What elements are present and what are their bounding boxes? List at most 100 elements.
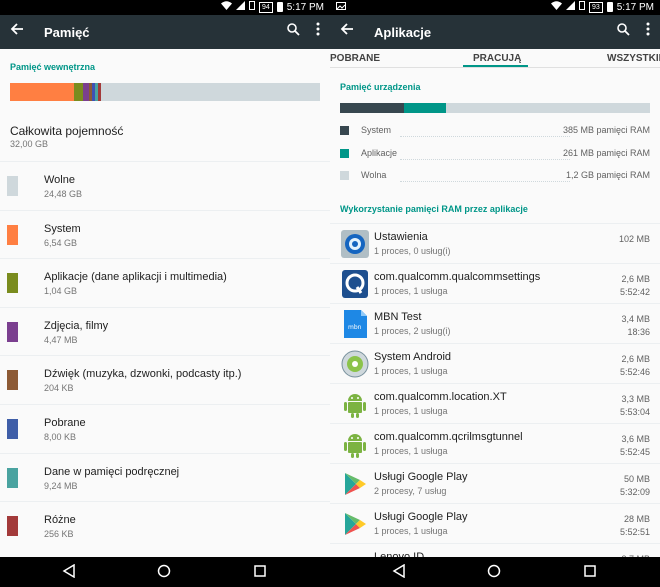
category-color-swatch (7, 516, 18, 537)
tab-all[interactable]: WSZYSTKIE (607, 53, 660, 64)
status-bar: 94 5:17 PM (0, 0, 330, 15)
category-name: Pobrane (44, 417, 86, 429)
memory-value: 1,2 GB pamięci RAM (565, 170, 650, 180)
battery-level-badge: 94 (258, 1, 273, 13)
more-options-icon[interactable] (646, 22, 650, 39)
settings-icon (340, 229, 370, 259)
google-play-services-icon (340, 509, 370, 539)
android-robot-icon (340, 389, 370, 419)
app-process-info: 1 proces, 1 usługa (374, 446, 448, 456)
nav-home-icon[interactable] (157, 564, 171, 583)
clock: 5:17 PM (286, 1, 324, 13)
app-name: System Android (374, 351, 452, 363)
toolbar: Pamięć (0, 15, 330, 49)
running-app-row[interactable]: com.qualcomm.qcrilmsgtunnel 1 proces, 1 u… (330, 423, 660, 463)
category-name: Dane w pamięci podręcznej (44, 465, 180, 478)
sim-icon (248, 1, 255, 13)
app-process-info: 1 proces, 0 usług(i) (374, 246, 451, 256)
tab-running[interactable]: PRACUJĄ (473, 53, 521, 64)
category-color-swatch (7, 273, 18, 294)
app-run-time: 5:52:46 (619, 367, 650, 377)
section-internal-storage: Pamięć wewnętrzna (10, 62, 96, 72)
tab-bar: POBRANE PRACUJĄ WSZYSTKIE (330, 49, 660, 68)
toolbar: Aplikacje (330, 15, 660, 49)
storage-screen: 94 5:17 PM Pamięć Pamięć wewnętrzna Całk… (0, 0, 330, 587)
app-name: com.qualcomm.qcrilmsgtunnel (374, 431, 523, 443)
running-app-row[interactable]: mbn MBN Test 1 proces, 2 usług(i) 3,4 MB 18:… (330, 303, 660, 343)
back-arrow-icon[interactable] (10, 22, 24, 41)
category-size: 1,04 GB (44, 286, 78, 297)
storage-category-row[interactable]: Pobrane 8,00 KB (0, 404, 330, 452)
category-color-swatch (7, 467, 18, 488)
legend-swatch (340, 126, 349, 135)
app-run-time: 5:52:45 (619, 447, 650, 457)
search-icon[interactable] (287, 23, 300, 41)
app-process-info: 2 procesy, 7 usług (374, 486, 447, 496)
storage-category-row[interactable]: Aplikacje (dane aplikacji i multimedia) 1… (0, 258, 330, 306)
status-bar: 93 5:17 PM (330, 0, 660, 15)
memory-value: 385 MB pamięci RAM (562, 125, 650, 135)
app-ram-size: 28 MB (623, 514, 650, 524)
more-options-icon[interactable] (316, 22, 320, 39)
running-app-row[interactable]: Usługi Google Play 2 procesy, 7 usług 50 M… (330, 463, 660, 503)
app-run-time: 5:32:09 (619, 487, 650, 497)
memory-label: Aplikacje (361, 147, 398, 158)
storage-category-row[interactable]: Różne 256 KB (0, 501, 330, 549)
running-app-row[interactable]: com.qualcomm.location.XT 1 proces, 1 usłu… (330, 383, 660, 423)
total-capacity-label: Całkowita pojemność (10, 124, 124, 138)
mbn-icon: mbn (340, 309, 370, 339)
running-app-row[interactable]: System Android 1 proces, 1 usługa 2,6 MB 5:… (330, 343, 660, 383)
app-run-time: 5:52:51 (619, 527, 650, 537)
app-run-time: 5:52:42 (619, 287, 650, 297)
app-process-info: 1 proces, 1 usługa (374, 286, 448, 296)
memory-summary-row: System 385 MB pamięci RAM (340, 124, 650, 138)
nav-home-icon[interactable] (487, 564, 501, 583)
wifi-icon (220, 1, 232, 13)
dotted-leader (400, 136, 570, 137)
clock: 5:17 PM (616, 1, 654, 13)
memory-label: System (361, 125, 392, 135)
back-arrow-icon[interactable] (340, 22, 354, 41)
nav-back-icon[interactable] (392, 563, 406, 583)
qualcomm-icon (340, 269, 370, 299)
memory-label: Wolna (361, 170, 387, 180)
category-name: Zdjęcia, filmy (44, 319, 109, 332)
dotted-leader (400, 158, 570, 160)
app-run-time: 5:53:04 (619, 407, 650, 417)
storage-category-row[interactable]: Dane w pamięci podręcznej 9,24 MB (0, 452, 330, 501)
category-size: 256 KB (44, 529, 74, 540)
search-icon[interactable] (617, 23, 630, 41)
storage-category-row[interactable]: Zdjęcia, filmy 4,47 MB (0, 306, 330, 355)
tab-downloaded[interactable]: POBRANE (330, 53, 380, 64)
running-app-row[interactable]: com.qualcomm.qualcommsettings 1 proces, 1… (330, 263, 660, 303)
category-color-swatch (7, 224, 18, 245)
nav-recents-icon[interactable] (253, 564, 267, 583)
category-name: System (44, 222, 81, 235)
mbn-icon-text: mbn (348, 324, 362, 331)
category-color-swatch (7, 321, 18, 342)
bar-segment (10, 83, 74, 101)
storage-category-row[interactable]: Wolne 24,48 GB (0, 161, 330, 209)
total-capacity-value: 32,00 GB (10, 139, 49, 149)
running-apps-screen: 93 5:17 PM Aplikacje POBRANE PRACUJĄ WSZ… (330, 0, 660, 587)
app-ram-size: 3,6 MB (621, 434, 650, 444)
nav-recents-icon[interactable] (583, 564, 597, 583)
sim-icon (578, 1, 585, 13)
storage-usage-bar (10, 83, 320, 101)
category-name: Dźwięk (muzyka, dzwonki, podcasty itp.) (44, 368, 242, 381)
nav-bar (330, 557, 660, 587)
category-size: 6,54 GB (44, 237, 78, 248)
running-app-row[interactable]: Ustawienia 1 proces, 0 usług(i) 102 MB (330, 223, 660, 263)
app-ram-size: 102 MB (618, 234, 650, 244)
memory-summary-row: Wolna 1,2 GB pamięci RAM (340, 169, 650, 183)
app-ram-size: 2,6 MB (621, 354, 650, 364)
nav-back-icon[interactable] (62, 563, 76, 583)
wifi-icon (550, 1, 562, 13)
category-name: Aplikacje (dane aplikacji i multimedia) (44, 271, 227, 284)
storage-category-row[interactable]: System 6,54 GB (0, 209, 330, 258)
storage-category-row[interactable]: Dźwięk (muzyka, dzwonki, podcasty itp.) 2… (0, 355, 330, 403)
bar-segment (340, 103, 404, 113)
running-app-row[interactable]: Usługi Google Play 1 proces, 1 usługa 28 M… (330, 503, 660, 543)
app-process-info: 1 proces, 1 usługa (374, 406, 448, 416)
page-title: Pamięć (44, 25, 90, 40)
